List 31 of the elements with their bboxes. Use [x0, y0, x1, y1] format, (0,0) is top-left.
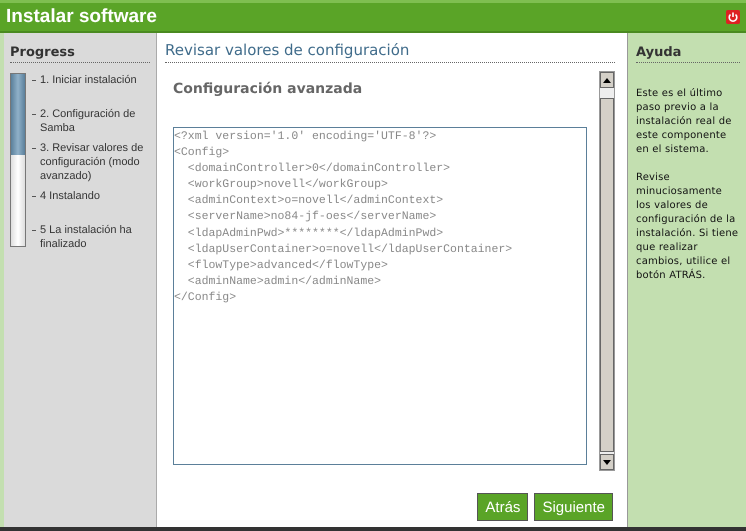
help-text: Revise minuciosamente los valores de configuración de la instalación. Si tiene que realizar cambios, utilice el botón ATRÁS.: [636, 171, 740, 283]
window-title: Instalar software: [6, 6, 157, 28]
config-text-area[interactable]: [173, 127, 587, 465]
config-line: <adminContext>o=novell</adminContext>: [186, 193, 444, 210]
config-line: <flowType>advanced</flowType>: [186, 258, 389, 274]
section-heading: Configuración avanzada: [173, 81, 364, 97]
config-line: <domainController>0</domainController>: [186, 161, 452, 178]
progress-step: 1. Iniciar instalación: [32, 73, 150, 101]
scroll-down-icon[interactable]: [600, 454, 614, 470]
scrollbar[interactable]: [599, 71, 615, 471]
progress-step: 5 La instalación ha finalizado: [32, 223, 150, 251]
progress-step: 3. Revisar valores de configuración (modo avanzado): [32, 141, 150, 183]
back-button[interactable]: Atrás: [477, 493, 528, 521]
config-line: <ldapAdminPwd>********</ldapAdminPwd>: [186, 226, 444, 242]
config-line: <workGroup>novell</workGroup>: [186, 177, 389, 194]
next-button[interactable]: Siguiente: [534, 493, 613, 521]
config-line: </Config>: [174, 290, 238, 306]
scroll-up-icon[interactable]: [600, 72, 614, 88]
help-title: Ayuda: [636, 45, 740, 63]
config-line: <serverName>no84-jf-oes</serverName>: [186, 209, 438, 226]
page-heading: Revisar valores de configuración: [165, 41, 615, 63]
help-text: Este es el último paso previo a la instalación real de este componente en el sistema.: [636, 87, 733, 157]
progress-step: 4 Instalando: [32, 189, 150, 217]
config-line: <ldapUserContainer>o=novell</ldapUserContainer>: [186, 242, 514, 258]
progress-title: Progress: [10, 45, 150, 63]
config-line: <Config>: [174, 145, 230, 162]
config-line: <?xml version='1.0' encoding='UTF-8'?>: [174, 129, 438, 145]
power-icon[interactable]: [726, 10, 740, 24]
scroll-thumb[interactable]: [600, 98, 614, 452]
config-line: <adminName>admin</adminName>: [186, 274, 382, 290]
progress-step: 2. Configuración de Samba: [32, 107, 150, 135]
